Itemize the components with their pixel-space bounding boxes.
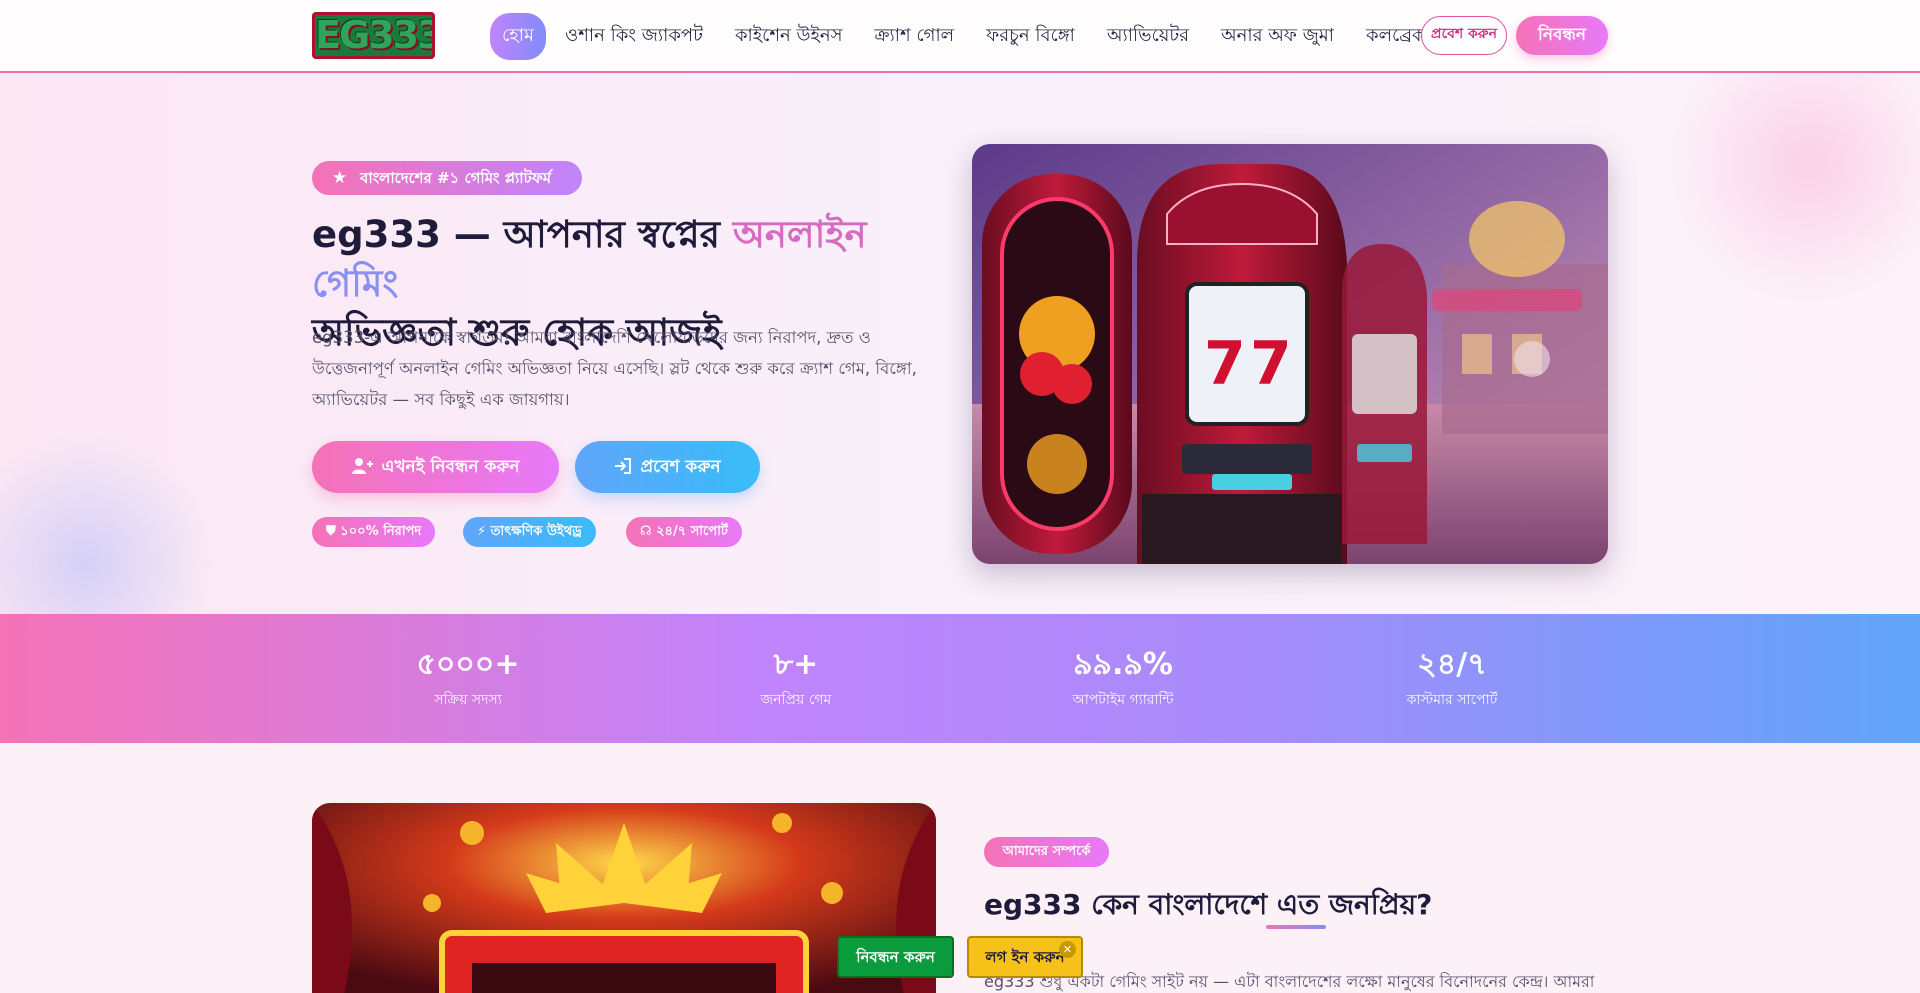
feature-badge-withdraw: ⚡ তাৎক্ষণিক উইথড্র	[463, 517, 596, 547]
hero-register-label: এখনই নিবন্ধন করুন	[381, 457, 520, 477]
title-underline	[1266, 925, 1326, 929]
stat-value: ৮+	[773, 647, 819, 682]
shield-icon: ⛊	[326, 524, 336, 539]
svg-text:7: 7	[1250, 329, 1292, 399]
main-menu: হোম ওশান কিং জ্যাকপট কাইশেন উইনস ক্র্যাশ…	[490, 12, 1444, 60]
menu-item-ocean-king-jackpot[interactable]: ওশান কিং জ্যাকপট	[552, 13, 716, 60]
menu-item-honor-of-zuma[interactable]: অনার অফ জুমা	[1208, 13, 1347, 60]
nav-login-button[interactable]: প্রবেশ করুন	[1421, 16, 1507, 55]
about-section: আমাদের সম্পর্কে eg333 কেন বাংলাদেশে এত জ…	[0, 743, 1920, 993]
menu-item-aviator[interactable]: অ্যাভিয়েটর	[1094, 13, 1202, 60]
stat-active-members: ৫০০০+ সক্রিয় সদস্য	[348, 614, 588, 709]
hero-slot-machine-image: 7 7	[972, 144, 1608, 564]
star-icon: ★	[332, 168, 348, 188]
hero-title-part1: eg333 — আপনার স্বপ্নের	[312, 213, 733, 256]
about-tag: আমাদের সম্পর্কে	[984, 837, 1109, 867]
stat-uptime: ৯৯.৯% আপটাইম গ্যারান্টি	[1003, 614, 1243, 709]
user-plus-icon	[352, 458, 374, 474]
menu-item-fortune-bingo[interactable]: ফরচুন বিঙ্গো	[973, 13, 1088, 60]
stat-popular-games: ৮+ জনপ্রিয় গেম	[676, 614, 916, 709]
hero-title-highlight2: গেমিং	[312, 262, 399, 305]
headset-icon: ☊	[640, 524, 652, 539]
stat-support: ২৪/৭ কাস্টমার সাপোর্ট	[1332, 614, 1572, 709]
feature-label: ১০০% নিরাপদ	[340, 524, 422, 539]
site-logo[interactable]: EG333	[312, 12, 435, 59]
feature-badge-support: ☊ ২৪/৭ সাপোর্ট	[626, 517, 742, 547]
stat-value: ৯৯.৯%	[1073, 647, 1173, 682]
stat-value: ২৪/৭	[1417, 647, 1487, 682]
top-navigation: EG333 হোম ওশান কিং জ্যাকপট কাইশেন উইনস ক…	[0, 0, 1920, 73]
stat-value: ৫০০০+	[416, 647, 520, 682]
hero-login-label: প্রবেশ করুন	[640, 457, 721, 477]
hero-login-button[interactable]: প্রবেশ করুন	[575, 441, 760, 493]
close-icon[interactable]: ✕	[1059, 941, 1076, 958]
menu-item-caishen-wins[interactable]: কাইশেন উইনস	[722, 13, 856, 60]
hero-badge-text: বাংলাদেশের #১ গেমিং প্ল্যাটফর্ম	[360, 169, 552, 187]
hero-description: eg333-এ আপনাকে স্বাগতম! আমরা বাংলাদেশি খ…	[312, 328, 917, 409]
menu-item-home[interactable]: হোম	[490, 12, 546, 60]
svg-text:7: 7	[1204, 329, 1246, 399]
hero-section	[0, 73, 1920, 614]
stat-label: জনপ্রিয় গেম	[760, 692, 832, 708]
stat-label: আপটাইম গ্যারান্টি	[1072, 692, 1174, 708]
sticky-register-button[interactable]: নিবন্ধন করুন	[837, 936, 954, 978]
sign-in-icon	[615, 458, 632, 474]
stat-label: সক্রিয় সদস্য	[434, 692, 502, 708]
hero-title-highlight1: অনলাইন	[732, 213, 867, 256]
feature-badge-secure: ⛊ ১০০% নিরাপদ	[312, 517, 436, 547]
nav-register-button[interactable]: নিবন্ধন	[1516, 16, 1608, 55]
stats-bar: ৫০০০+ সক্রিয় সদস্য ৮+ জনপ্রিয় গেম ৯৯.৯…	[0, 614, 1920, 743]
hero-register-button[interactable]: এখনই নিবন্ধন করুন	[312, 441, 559, 493]
feature-label: তাৎক্ষণিক উইথড্র	[490, 524, 582, 539]
stat-label: কাস্টমার সাপোর্ট	[1406, 692, 1498, 708]
bolt-icon: ⚡	[477, 524, 487, 539]
about-title: eg333 কেন বাংলাদেশে এত জনপ্রিয়?	[984, 888, 1433, 921]
hero-badge: ★ বাংলাদেশের #১ গেমিং প্ল্যাটফর্ম	[312, 161, 582, 195]
feature-label: ২৪/৭ সাপোর্ট	[656, 524, 728, 539]
menu-item-crash-goal[interactable]: ক্র্যাশ গোল	[862, 13, 968, 60]
